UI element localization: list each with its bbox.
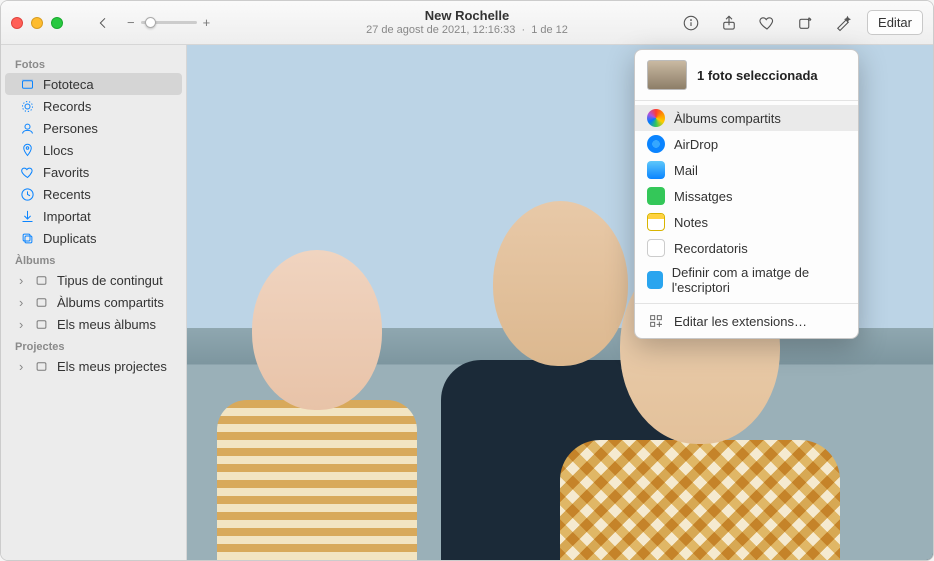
share-thumbnail bbox=[647, 60, 687, 90]
sidebar-item-imported[interactable]: Importat bbox=[5, 205, 182, 227]
sidebar-item-label: Llocs bbox=[43, 143, 73, 158]
sidebar-item-library[interactable]: Fototeca bbox=[5, 73, 182, 95]
share-item-airdrop[interactable]: AirDrop bbox=[635, 131, 858, 157]
sidebar-section-fotos: Fotos bbox=[1, 53, 186, 73]
toolbar-right: Editar bbox=[677, 10, 923, 36]
sidebar-item-label: Els meus àlbums bbox=[57, 317, 156, 332]
zoom-thumb[interactable] bbox=[145, 17, 156, 28]
share-item-notes[interactable]: Notes bbox=[635, 209, 858, 235]
chevron-right-icon: › bbox=[19, 359, 29, 374]
messages-icon bbox=[647, 187, 665, 205]
sidebar-item-places[interactable]: Llocs bbox=[5, 139, 182, 161]
mail-icon bbox=[647, 161, 665, 179]
download-icon bbox=[19, 208, 35, 224]
sidebar-item-recents[interactable]: Recents bbox=[5, 183, 182, 205]
pin-icon bbox=[19, 142, 35, 158]
sidebar-item-label: Duplicats bbox=[43, 231, 96, 246]
sidebar-item-label: Persones bbox=[43, 121, 98, 136]
zoom-out-label: − bbox=[127, 15, 135, 30]
sidebar-item-label: Importat bbox=[43, 209, 91, 224]
airdrop-icon bbox=[647, 135, 665, 153]
sidebar-section-albums: Àlbums bbox=[1, 249, 186, 269]
share-item-reminders[interactable]: Recordatoris bbox=[635, 235, 858, 261]
photo-subtitle: 27 de agost de 2021, 12:16:33 · 1 de 12 bbox=[366, 24, 568, 37]
clock-icon bbox=[19, 186, 35, 202]
sidebar: Fotos Fototeca Records Persones Llocs Fa… bbox=[1, 45, 187, 560]
share-item-mail[interactable]: Mail bbox=[635, 157, 858, 183]
sidebar-item-label: Fototeca bbox=[43, 77, 94, 92]
close-window-button[interactable] bbox=[11, 17, 23, 29]
album-icon bbox=[33, 294, 49, 310]
share-item-shared-albums[interactable]: Àlbums compartits bbox=[635, 105, 858, 131]
share-item-label: Editar les extensions… bbox=[674, 314, 807, 329]
album-icon bbox=[33, 272, 49, 288]
share-item-label: Definir com a imatge de l'escriptori bbox=[672, 265, 846, 295]
share-item-label: Àlbums compartits bbox=[674, 111, 781, 126]
share-selection-count: 1 foto seleccionada bbox=[697, 68, 818, 83]
sidebar-item-my-projects[interactable]: › Els meus projectes bbox=[5, 355, 182, 377]
sidebar-item-label: Els meus projectes bbox=[57, 359, 167, 374]
share-item-label: Notes bbox=[674, 215, 708, 230]
info-button[interactable] bbox=[677, 10, 705, 36]
chevron-right-icon: › bbox=[19, 295, 29, 310]
enhance-button[interactable] bbox=[829, 10, 857, 36]
zoom-in-label: + bbox=[203, 15, 211, 30]
photos-app-window: − + New Rochelle 27 de agost de 2021, 12… bbox=[0, 0, 934, 561]
share-item-edit-extensions[interactable]: Editar les extensions… bbox=[635, 308, 858, 334]
share-button[interactable] bbox=[715, 10, 743, 36]
sidebar-section-projects: Projectes bbox=[1, 335, 186, 355]
sidebar-item-my-albums[interactable]: › Els meus àlbums bbox=[5, 313, 182, 335]
chevron-right-icon: › bbox=[19, 317, 29, 332]
favorite-button[interactable] bbox=[753, 10, 781, 36]
sidebar-item-label: Tipus de contingut bbox=[57, 273, 163, 288]
notes-icon bbox=[647, 213, 665, 231]
share-item-label: Mail bbox=[674, 163, 698, 178]
sidebar-item-label: Records bbox=[43, 99, 91, 114]
title-block: New Rochelle 27 de agost de 2021, 12:16:… bbox=[366, 8, 568, 37]
extensions-icon bbox=[647, 312, 665, 330]
share-item-label: Missatges bbox=[674, 189, 733, 204]
album-icon bbox=[33, 316, 49, 332]
people-icon bbox=[19, 120, 35, 136]
duplicates-icon bbox=[19, 230, 35, 246]
separator bbox=[635, 303, 858, 304]
reminders-icon bbox=[647, 239, 665, 257]
window-controls bbox=[11, 17, 63, 29]
sidebar-item-records[interactable]: Records bbox=[5, 95, 182, 117]
chevron-right-icon: › bbox=[19, 273, 29, 288]
share-popover-header: 1 foto seleccionada bbox=[635, 50, 858, 101]
sidebar-item-label: Àlbums compartits bbox=[57, 295, 164, 310]
shared-albums-icon bbox=[647, 109, 665, 127]
rotate-button[interactable] bbox=[791, 10, 819, 36]
share-item-label: AirDrop bbox=[674, 137, 718, 152]
sidebar-item-people[interactable]: Persones bbox=[5, 117, 182, 139]
sidebar-item-duplicates[interactable]: Duplicats bbox=[5, 227, 182, 249]
zoom-slider[interactable]: − + bbox=[127, 15, 210, 30]
fullscreen-window-button[interactable] bbox=[51, 17, 63, 29]
album-icon bbox=[33, 358, 49, 374]
sidebar-item-label: Favorits bbox=[43, 165, 89, 180]
photo-title: New Rochelle bbox=[366, 8, 568, 24]
share-item-wallpaper[interactable]: Definir com a imatge de l'escriptori bbox=[635, 261, 858, 299]
titlebar: − + New Rochelle 27 de agost de 2021, 12… bbox=[1, 1, 933, 45]
memories-icon bbox=[19, 98, 35, 114]
minimize-window-button[interactable] bbox=[31, 17, 43, 29]
heart-icon bbox=[19, 164, 35, 180]
zoom-track[interactable] bbox=[141, 21, 197, 24]
sidebar-item-favorites[interactable]: Favorits bbox=[5, 161, 182, 183]
sidebar-item-shared-albums[interactable]: › Àlbums compartits bbox=[5, 291, 182, 313]
share-options-list: Àlbums compartits AirDrop Mail Missatges… bbox=[635, 101, 858, 338]
sidebar-item-mediatypes[interactable]: › Tipus de contingut bbox=[5, 269, 182, 291]
edit-button[interactable]: Editar bbox=[867, 10, 923, 35]
sidebar-item-label: Recents bbox=[43, 187, 91, 202]
wallpaper-icon bbox=[647, 271, 663, 289]
share-item-messages[interactable]: Missatges bbox=[635, 183, 858, 209]
share-popover: 1 foto seleccionada Àlbums compartits Ai… bbox=[634, 49, 859, 339]
share-item-label: Recordatoris bbox=[674, 241, 748, 256]
library-icon bbox=[19, 76, 35, 92]
back-button[interactable] bbox=[91, 11, 115, 35]
